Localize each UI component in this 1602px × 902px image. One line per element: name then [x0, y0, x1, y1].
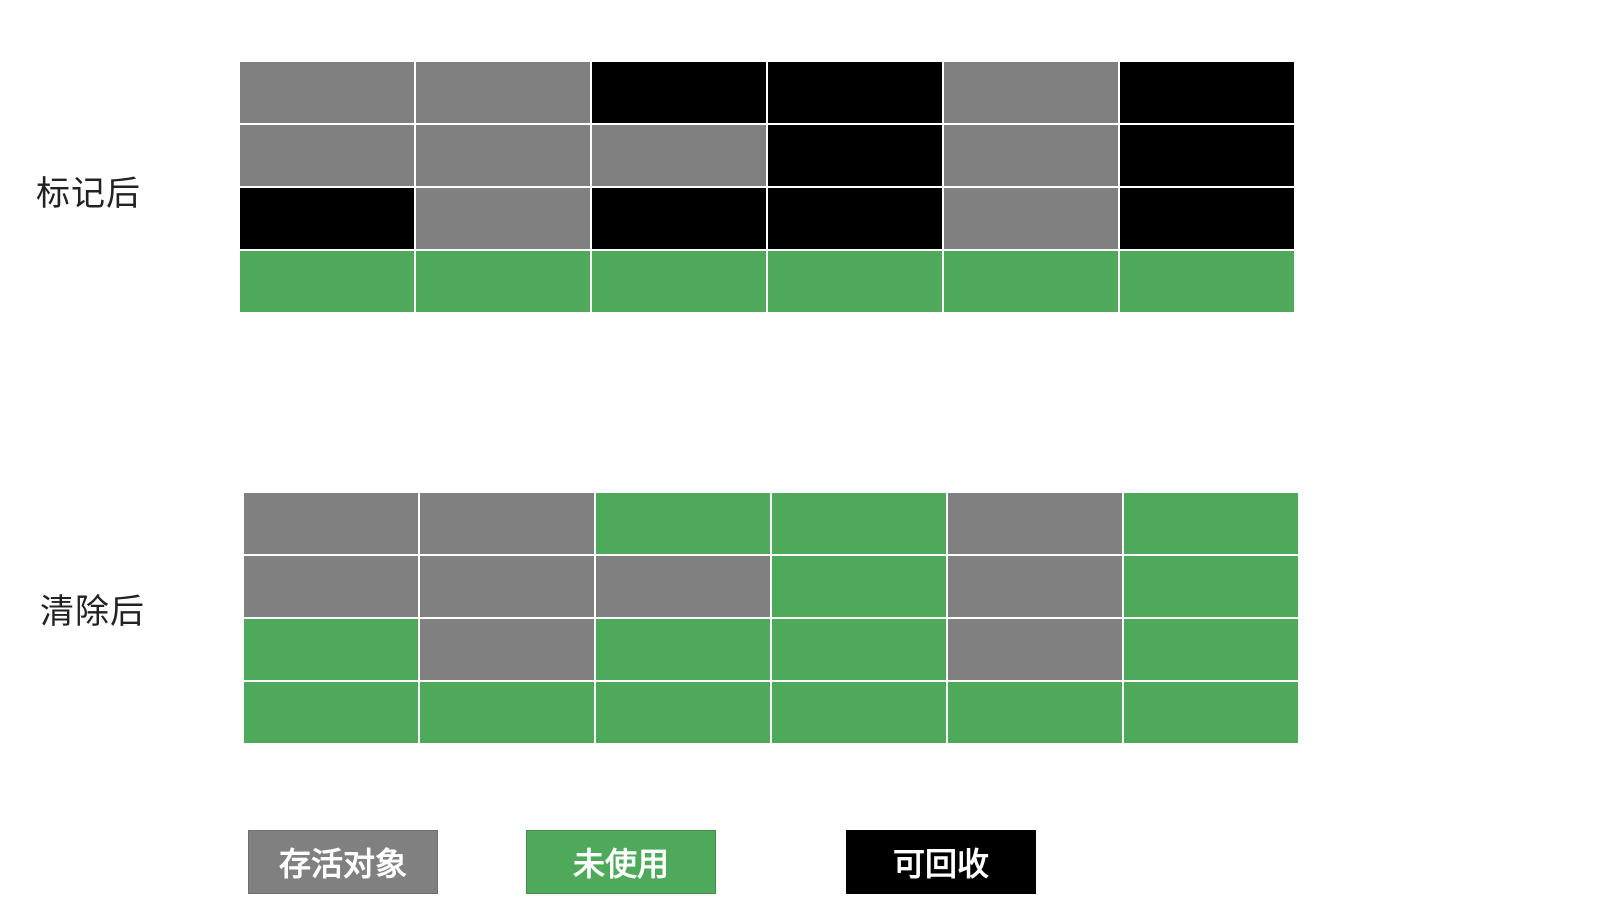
memory-cell-dead — [1120, 62, 1294, 123]
memory-cell-free — [1124, 493, 1298, 554]
swept-memory-grid — [244, 493, 1298, 743]
memory-cell-free — [944, 251, 1118, 312]
memory-cell-free — [772, 619, 946, 680]
memory-cell-free — [1124, 619, 1298, 680]
memory-cell-dead — [768, 62, 942, 123]
memory-cell-free — [772, 682, 946, 743]
memory-cell-dead — [1120, 188, 1294, 249]
memory-cell-dead — [768, 125, 942, 186]
legend-live-object: 存活对象 — [248, 830, 438, 894]
memory-cell-live — [948, 493, 1122, 554]
memory-cell-free — [1124, 556, 1298, 617]
legend-reclaimable: 可回收 — [846, 830, 1036, 894]
memory-cell-live — [948, 556, 1122, 617]
memory-cell-live — [240, 62, 414, 123]
memory-cell-live — [592, 125, 766, 186]
memory-cell-live — [416, 188, 590, 249]
legend-unused: 未使用 — [526, 830, 716, 894]
memory-cell-dead — [240, 188, 414, 249]
memory-cell-live — [416, 62, 590, 123]
memory-cell-free — [1124, 682, 1298, 743]
memory-cell-live — [244, 556, 418, 617]
memory-cell-free — [244, 619, 418, 680]
memory-cell-free — [596, 682, 770, 743]
memory-cell-free — [948, 682, 1122, 743]
memory-cell-dead — [592, 62, 766, 123]
marked-memory-grid — [240, 62, 1294, 312]
memory-cell-free — [592, 251, 766, 312]
memory-cell-free — [244, 682, 418, 743]
memory-cell-dead — [1120, 125, 1294, 186]
memory-cell-live — [420, 619, 594, 680]
memory-cell-live — [948, 619, 1122, 680]
memory-cell-live — [944, 62, 1118, 123]
memory-cell-free — [772, 556, 946, 617]
memory-cell-free — [416, 251, 590, 312]
memory-cell-free — [420, 682, 594, 743]
memory-cell-live — [944, 188, 1118, 249]
memory-cell-live — [944, 125, 1118, 186]
memory-cell-dead — [592, 188, 766, 249]
memory-cell-live — [416, 125, 590, 186]
memory-cell-dead — [768, 188, 942, 249]
memory-cell-free — [240, 251, 414, 312]
memory-cell-live — [420, 493, 594, 554]
memory-cell-live — [244, 493, 418, 554]
memory-cell-free — [768, 251, 942, 312]
memory-cell-free — [1120, 251, 1294, 312]
memory-cell-free — [596, 619, 770, 680]
marked-section-label: 标记后 — [36, 174, 141, 214]
memory-cell-free — [772, 493, 946, 554]
memory-cell-live — [240, 125, 414, 186]
memory-cell-live — [596, 556, 770, 617]
memory-cell-free — [596, 493, 770, 554]
swept-section-label: 清除后 — [40, 592, 145, 632]
memory-cell-live — [420, 556, 594, 617]
